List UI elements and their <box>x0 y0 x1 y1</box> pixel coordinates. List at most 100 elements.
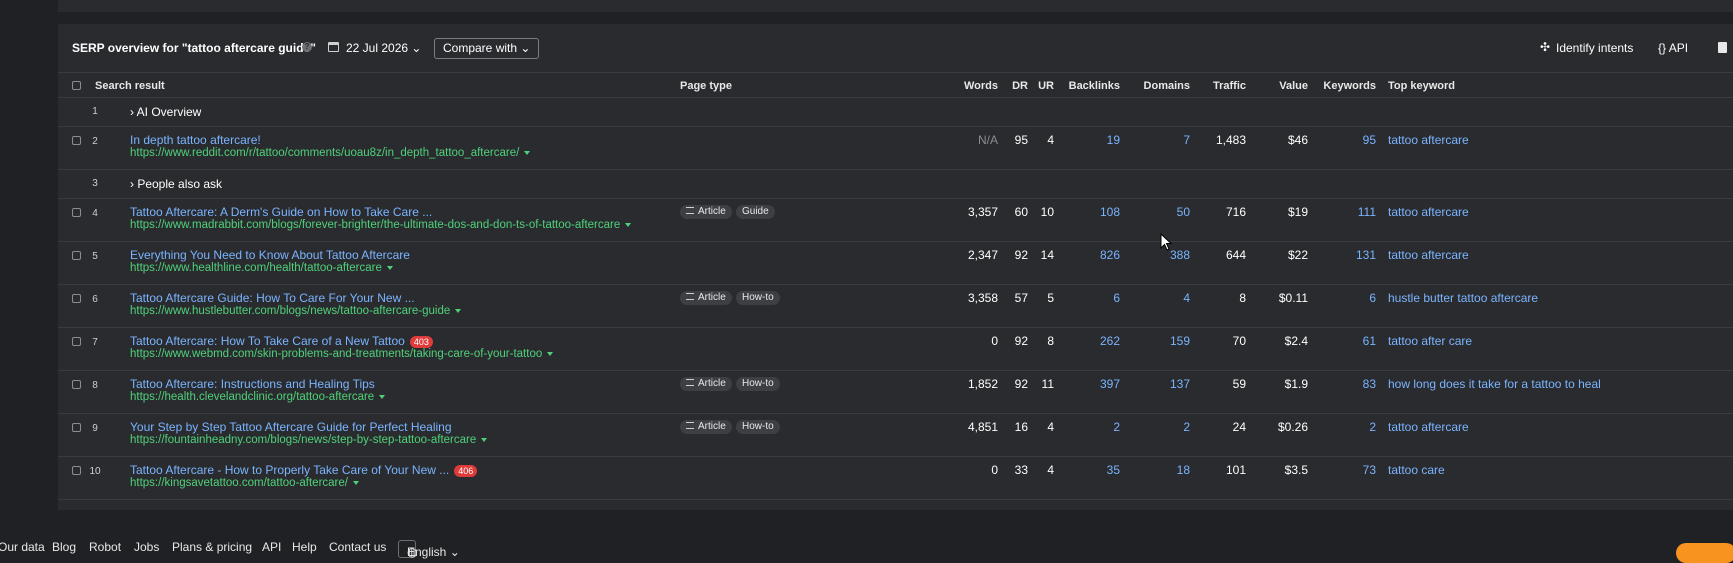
footer-link-help[interactable]: Help <box>292 540 317 554</box>
page-type-label: Article <box>698 421 726 432</box>
result-title-link[interactable]: In depth tattoo aftercare! <box>130 133 261 147</box>
cell-domains[interactable]: 159 <box>1128 334 1190 348</box>
chevron-down-icon[interactable] <box>524 150 531 155</box>
col-keywords[interactable]: Keywords <box>1308 80 1376 92</box>
footer-link-api[interactable]: API <box>262 540 281 554</box>
cell-keywords[interactable]: 2 <box>1308 420 1376 434</box>
top-keyword-link[interactable]: hustle butter tattoo aftercare <box>1388 291 1538 305</box>
top-keyword-link[interactable]: tattoo aftercare <box>1388 133 1469 147</box>
cell-backlinks[interactable]: 262 <box>1058 334 1120 348</box>
result-url-link[interactable]: https://fountainheadny.com/blogs/news/st… <box>130 434 476 446</box>
cell-backlinks[interactable]: 35 <box>1058 463 1120 477</box>
page-type-label: Article <box>698 292 726 303</box>
language-selector[interactable]: ◍ English ⌄ <box>398 540 460 559</box>
result-url-link[interactable]: https://health.clevelandclinic.org/tatto… <box>130 391 374 403</box>
cell-keywords[interactable]: 95 <box>1308 133 1376 147</box>
chevron-down-icon[interactable] <box>386 265 393 270</box>
row-checkbox[interactable] <box>72 423 81 432</box>
footer-link-robot[interactable]: Robot <box>89 540 121 554</box>
cell-keywords[interactable]: 6 <box>1308 291 1376 305</box>
chevron-down-icon[interactable] <box>547 351 554 356</box>
result-url-link[interactable]: https://www.webmd.com/skin-problems-and-… <box>130 348 542 360</box>
result-url-link[interactable]: https://www.hustlebutter.com/blogs/news/… <box>130 305 450 317</box>
cell-keywords[interactable]: 73 <box>1308 463 1376 477</box>
row-checkbox[interactable] <box>72 380 81 389</box>
row-number: 6 <box>92 294 98 305</box>
page-type-pill: Article <box>680 377 732 391</box>
cell-ur: 4 <box>1047 133 1054 147</box>
col-backlinks[interactable]: Backlinks <box>1058 80 1120 92</box>
api-button[interactable]: {} API <box>1658 41 1688 55</box>
cell-keywords[interactable]: 61 <box>1308 334 1376 348</box>
top-keyword-link[interactable]: tattoo aftercare <box>1388 248 1469 262</box>
chevron-down-icon[interactable] <box>625 222 632 227</box>
cell-traffic: 70 <box>1232 334 1246 348</box>
col-traffic[interactable]: Traffic <box>1188 80 1246 92</box>
help-icon[interactable]: ? <box>302 42 312 52</box>
top-keyword-link[interactable]: tattoo after care <box>1388 334 1472 348</box>
col-value[interactable]: Value <box>1248 80 1308 92</box>
result-title-link[interactable]: Tattoo Aftercare - How to Properly Take … <box>130 463 449 477</box>
date-selector[interactable]: 22 Jul 2026 ⌄ <box>328 41 421 55</box>
cell-domains[interactable]: 4 <box>1128 291 1190 305</box>
result-url-link[interactable]: https://www.healthline.com/health/tattoo… <box>130 262 382 274</box>
cell-domains[interactable]: 50 <box>1128 205 1190 219</box>
footer-link-blog[interactable]: Blog <box>52 540 76 554</box>
cell-backlinks[interactable]: 397 <box>1058 377 1120 391</box>
result-title-link[interactable]: Everything You Need to Know About Tattoo… <box>130 248 410 262</box>
top-keyword-link[interactable]: tattoo care <box>1388 463 1445 477</box>
cell-backlinks[interactable]: 19 <box>1058 133 1120 147</box>
result-title-link[interactable]: Tattoo Aftercare: How To Take Care of a … <box>130 334 405 348</box>
col-top-keyword[interactable]: Top keyword <box>1388 80 1455 92</box>
export-icon[interactable] <box>1718 42 1727 53</box>
select-all-checkbox[interactable] <box>72 81 81 90</box>
result-url-link[interactable]: https://www.madrabbit.com/blogs/forever-… <box>130 219 620 231</box>
chevron-down-icon[interactable] <box>455 308 462 313</box>
group-toggle[interactable]: › People also ask <box>130 177 222 191</box>
cell-domains[interactable]: 2 <box>1128 420 1190 434</box>
compare-with-button[interactable]: Compare with ⌄ <box>434 38 540 59</box>
top-keyword-link[interactable]: how long does it take for a tattoo to he… <box>1388 377 1601 391</box>
result-title-link[interactable]: Your Step by Step Tattoo Aftercare Guide… <box>130 420 452 434</box>
result-url-link[interactable]: https://kingsavetattoo.com/tattoo-afterc… <box>130 477 348 489</box>
footer-link-jobs[interactable]: Jobs <box>134 540 159 554</box>
col-domains[interactable]: Domains <box>1128 80 1190 92</box>
row-checkbox[interactable] <box>72 337 81 346</box>
row-checkbox[interactable] <box>72 136 81 145</box>
row-checkbox[interactable] <box>72 294 81 303</box>
cell-keywords[interactable]: 83 <box>1308 377 1376 391</box>
result-title-link[interactable]: Tattoo Aftercare: A Derm's Guide on How … <box>130 205 432 219</box>
chevron-down-icon[interactable] <box>379 394 386 399</box>
result-title-link[interactable]: Tattoo Aftercare Guide: How To Care For … <box>130 291 415 305</box>
cell-domains[interactable]: 7 <box>1128 133 1190 147</box>
cell-domains[interactable]: 18 <box>1128 463 1190 477</box>
footer-link-contact-us[interactable]: Contact us <box>329 540 386 554</box>
cell-backlinks[interactable]: 2 <box>1058 420 1120 434</box>
result-title-link[interactable]: Tattoo Aftercare: Instructions and Heali… <box>130 377 375 391</box>
result-url-link[interactable]: https://www.reddit.com/r/tattoo/comments… <box>130 147 519 159</box>
cell-domains[interactable]: 137 <box>1128 377 1190 391</box>
footer-link-our-data[interactable]: Our data <box>0 540 45 554</box>
cell-backlinks[interactable]: 6 <box>1058 291 1120 305</box>
top-keyword-link[interactable]: tattoo aftercare <box>1388 420 1469 434</box>
cell-domains[interactable]: 388 <box>1128 248 1190 262</box>
chat-launcher-button[interactable] <box>1676 543 1733 563</box>
col-search-result[interactable]: Search result <box>95 80 165 92</box>
row-checkbox[interactable] <box>72 466 81 475</box>
group-toggle[interactable]: › AI Overview <box>130 105 201 119</box>
col-ur[interactable]: UR <box>1018 80 1054 92</box>
cell-backlinks[interactable]: 826 <box>1058 248 1120 262</box>
chevron-down-icon[interactable] <box>481 437 488 442</box>
cell-backlinks[interactable]: 108 <box>1058 205 1120 219</box>
page-type-label: How-to <box>742 421 774 432</box>
cell-keywords[interactable]: 131 <box>1308 248 1376 262</box>
top-keyword-link[interactable]: tattoo aftercare <box>1388 205 1469 219</box>
col-page-type[interactable]: Page type <box>680 80 732 92</box>
sparkle-icon: ✣ <box>1540 40 1551 54</box>
cell-keywords[interactable]: 111 <box>1308 205 1376 219</box>
footer-link-plans-pricing[interactable]: Plans & pricing <box>172 540 252 554</box>
row-checkbox[interactable] <box>72 251 81 260</box>
row-checkbox[interactable] <box>72 208 81 217</box>
identify-intents-button[interactable]: ✣ Identify intents <box>1540 40 1633 55</box>
chevron-down-icon[interactable] <box>352 480 359 485</box>
